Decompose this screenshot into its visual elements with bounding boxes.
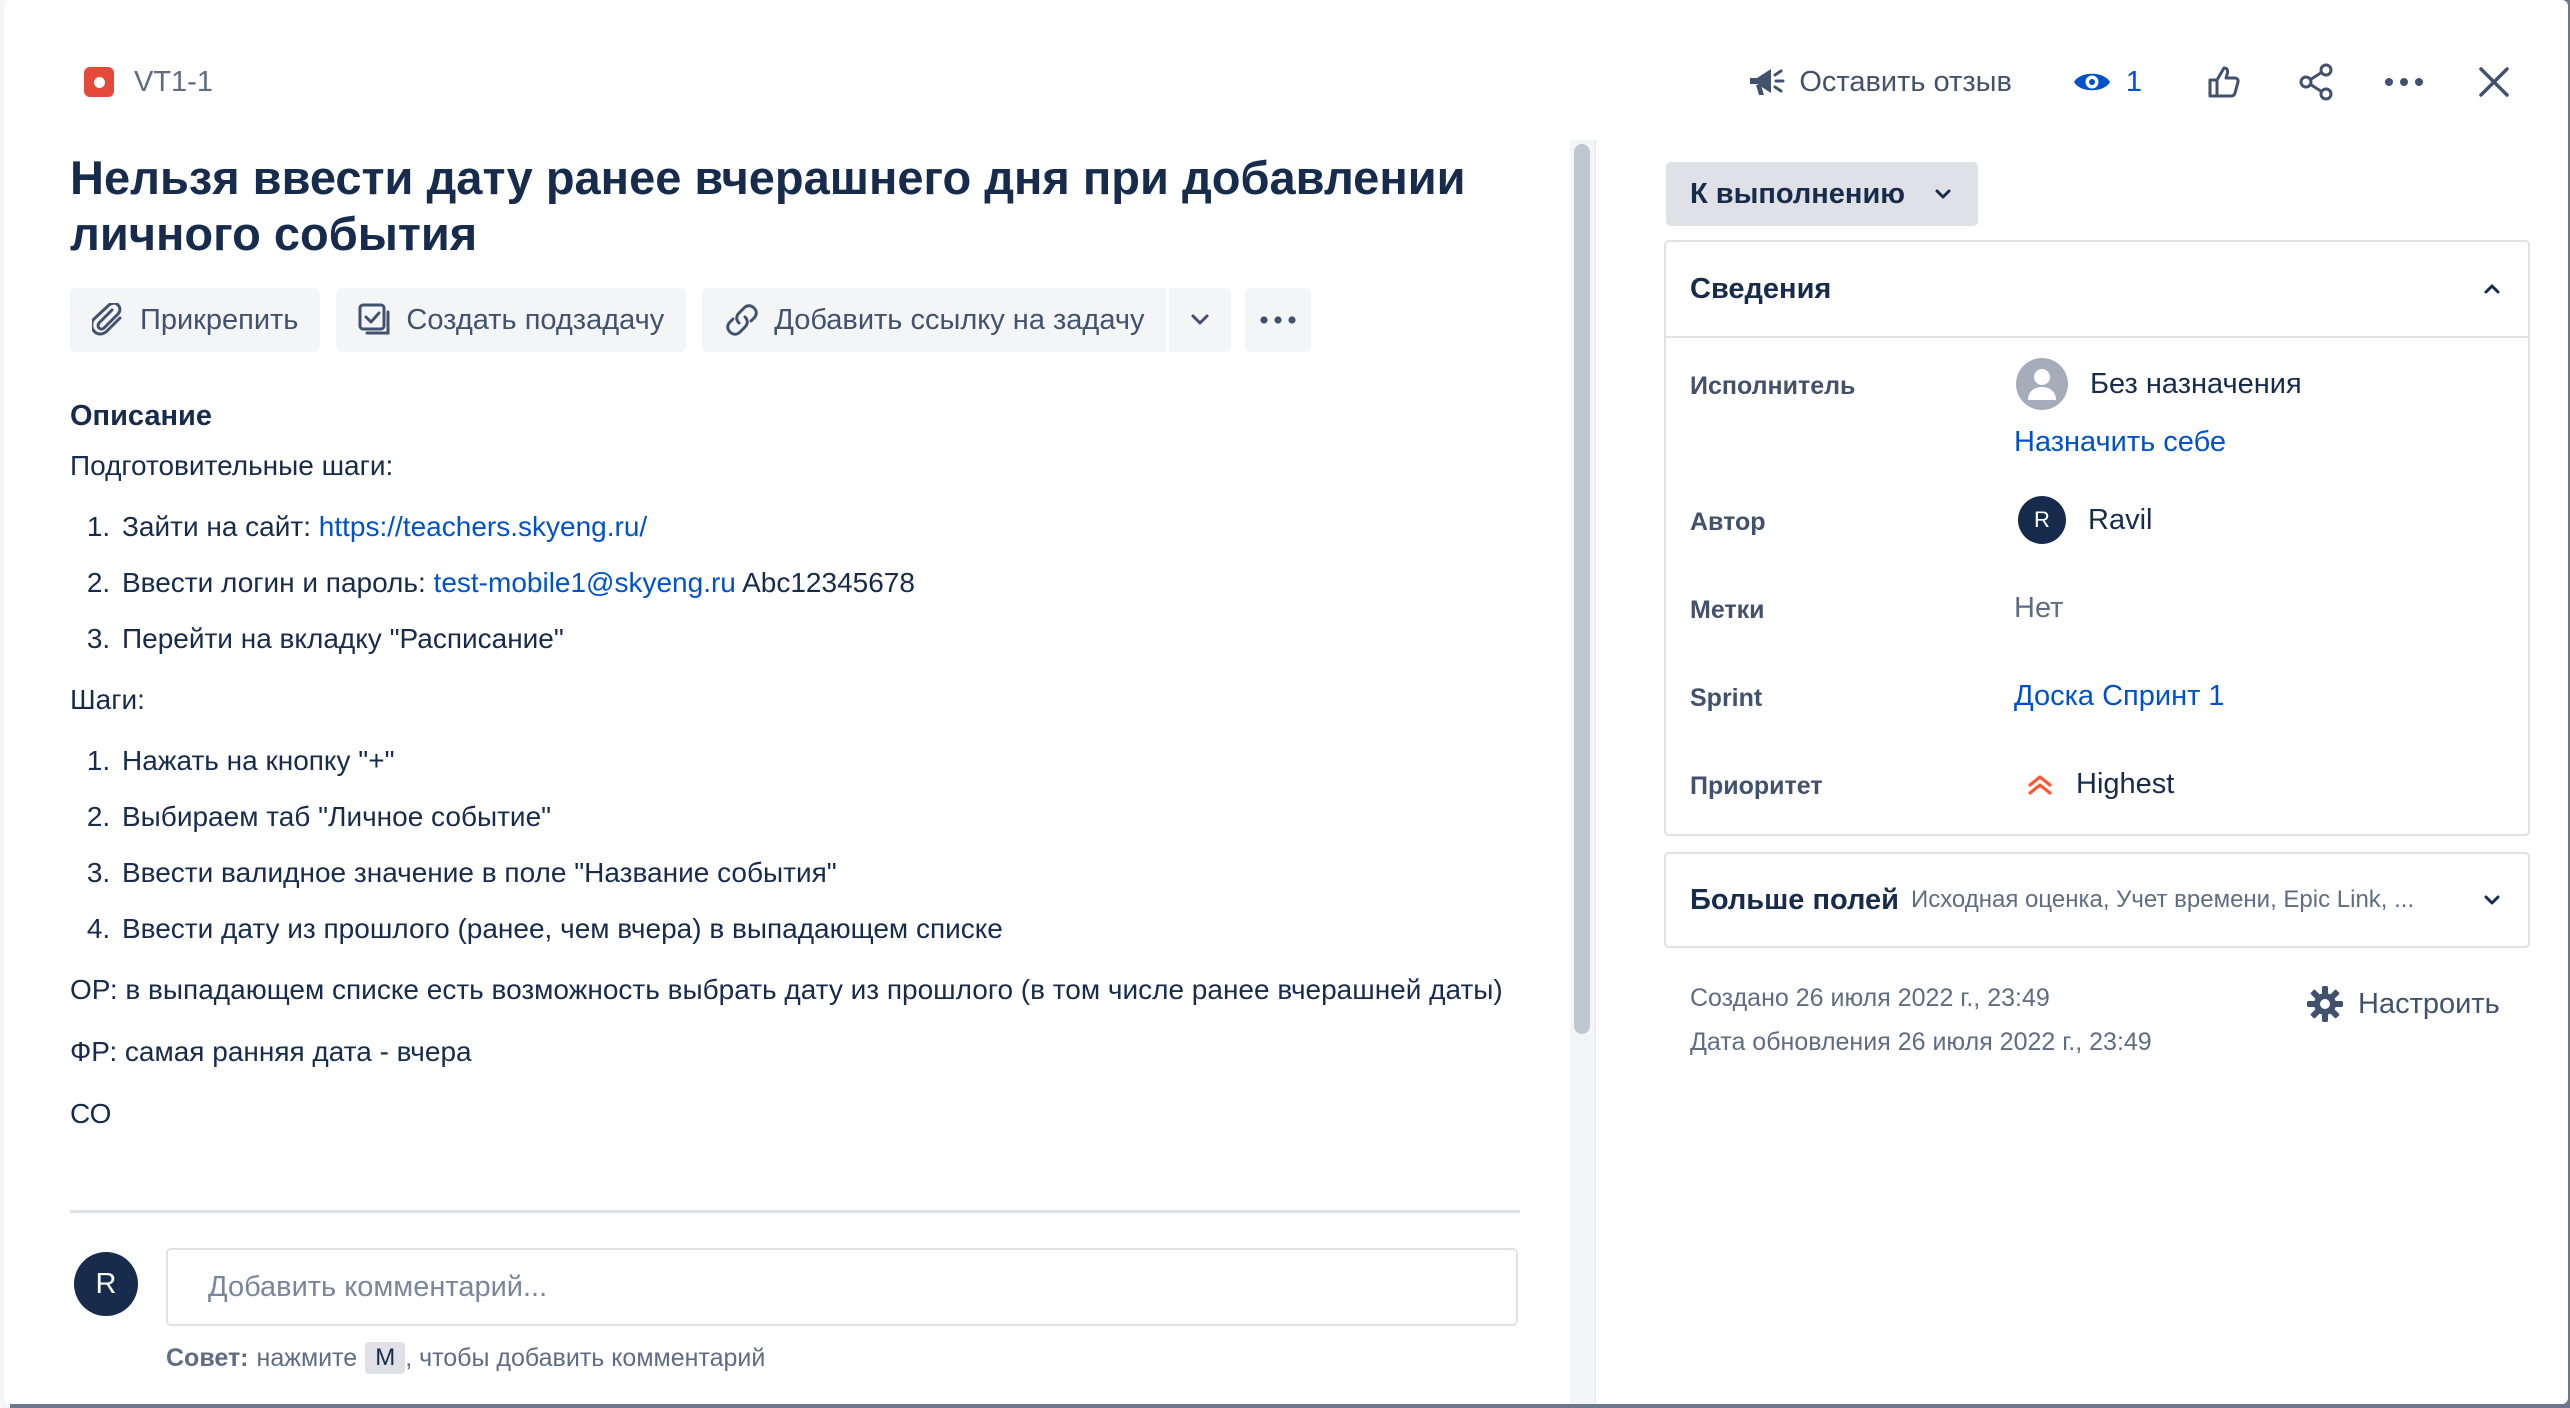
- link-icon: [726, 304, 758, 336]
- sprint-label: Sprint: [1690, 684, 1763, 712]
- watchers-button[interactable]: 1: [2072, 56, 2142, 108]
- actual-result: ФР: самая ранняя дата - вчера: [70, 1036, 472, 1067]
- list-item: Ввести дату из прошлого (ранее, чем вчер…: [118, 911, 1520, 947]
- add-issue-link-button[interactable]: Добавить ссылку на задачу: [702, 288, 1167, 352]
- issue-title[interactable]: Нельзя ввести дату ранее вчерашнего дня …: [70, 150, 1490, 262]
- steps-label: Шаги:: [70, 684, 145, 715]
- more-fields-panel[interactable]: Больше полей Исходная оценка, Учет време…: [1664, 852, 2530, 948]
- chevron-down-icon: [2484, 895, 2500, 905]
- issue-breadcrumb[interactable]: VT1-1: [84, 64, 213, 100]
- list-item: Перейти на вкладку "Расписание": [118, 621, 1520, 657]
- priority-value[interactable]: Highest: [2026, 768, 2174, 801]
- comment-tip: Совет: нажмите M, чтобы добавить коммент…: [166, 1342, 765, 1374]
- vote-button[interactable]: [2198, 56, 2250, 108]
- cut-off-paragraph: СО: [70, 1098, 112, 1129]
- close-icon: [2479, 67, 2509, 97]
- gear-icon: [2307, 986, 2343, 1022]
- more-fields-title: Больше полей: [1690, 883, 1899, 916]
- reporter-name: Ravil: [2088, 503, 2153, 536]
- configure-label: Настроить: [2358, 987, 2500, 1020]
- bug-icon: [84, 67, 114, 97]
- list-item: Нажать на кнопку "+": [118, 743, 1520, 779]
- create-subtask-label: Создать подзадачу: [406, 303, 665, 336]
- assignee-label: Исполнитель: [1690, 372, 1856, 400]
- header-actions: Оставить отзыв 1: [1731, 56, 2568, 108]
- assign-to-me-link[interactable]: Назначить себе: [2014, 426, 2226, 459]
- more-fields-subtitle: Исходная оценка, Учет времени, Epic Link…: [1910, 886, 2415, 913]
- details-panel: Сведения Исполнитель Без назначения Назн…: [1664, 240, 2530, 836]
- reporter-label: Автор: [1690, 508, 1766, 536]
- shortcut-key: M: [365, 1342, 406, 1374]
- configure-button[interactable]: Настроить: [2306, 980, 2500, 1028]
- share-icon: [2299, 63, 2333, 101]
- watchers-count: 1: [2125, 65, 2142, 98]
- priority-highest-icon: [2028, 774, 2052, 795]
- paperclip-icon: [92, 303, 122, 336]
- comment-input[interactable]: [166, 1248, 1518, 1326]
- priority-name: Highest: [2076, 768, 2175, 800]
- issue-toolbar: Прикрепить Создать подзадачу Добавить сс…: [70, 288, 1520, 352]
- feedback-label: Оставить отзыв: [1799, 65, 2012, 98]
- add-issue-link-label: Добавить ссылку на задачу: [774, 303, 1145, 336]
- assignee-value[interactable]: Без назначения: [2016, 358, 2302, 410]
- chevron-up-icon: [2484, 284, 2500, 294]
- priority-label: Приоритет: [1690, 772, 1823, 800]
- list-item: Выбираем таб "Личное событие": [118, 799, 1520, 835]
- subtask-icon: [358, 303, 390, 335]
- list-item: Ввести логин и пароль: test-mobile1@skye…: [118, 565, 1520, 601]
- expected-result: ОР: в выпадающем списке есть возможность…: [70, 974, 1503, 1005]
- more-icon: [1260, 316, 1297, 324]
- megaphone-icon: [1750, 69, 1785, 95]
- assignee-name: Без назначения: [2090, 367, 2302, 400]
- description-heading: Описание: [70, 400, 212, 432]
- list-item: Зайти на сайт: https://teachers.skyeng.r…: [118, 509, 1520, 545]
- attach-button[interactable]: Прикрепить: [70, 288, 321, 352]
- user-icon: [2016, 358, 2068, 410]
- issue-main-column: Нельзя ввести дату ранее вчерашнего дня …: [70, 150, 1520, 1220]
- thumbs-up-icon: [2208, 66, 2240, 98]
- close-button[interactable]: [2468, 56, 2520, 108]
- details-header[interactable]: Сведения: [1666, 242, 2528, 338]
- column-divider: [1594, 140, 1596, 1404]
- scrollbar-thumb[interactable]: [1574, 144, 1590, 1034]
- eye-icon: [2073, 73, 2110, 91]
- description-body[interactable]: Подготовительные шаги: Зайти на сайт: ht…: [70, 443, 1520, 1137]
- chevron-down-icon: [1935, 189, 1951, 199]
- steps-list: Нажать на кнопку "+" Выбираем таб "Лично…: [70, 743, 1520, 947]
- prep-steps-label: Подготовительные шаги:: [70, 450, 394, 481]
- more-icon: [2385, 78, 2423, 86]
- create-subtask-button[interactable]: Создать подзадачу: [336, 288, 687, 352]
- sprint-value[interactable]: Доска Спринт 1: [2014, 680, 2225, 713]
- updated-timestamp: Дата обновления 26 июля 2022 г., 23:49: [1690, 1028, 2152, 1056]
- details-title: Сведения: [1690, 272, 1832, 305]
- share-button[interactable]: [2290, 56, 2342, 108]
- labels-value[interactable]: Нет: [2014, 592, 2063, 625]
- avatar: R: [74, 1252, 138, 1316]
- status-label: К выполнению: [1690, 177, 1906, 210]
- site-link[interactable]: https://teachers.skyeng.ru/: [319, 511, 647, 542]
- prep-steps-list: Зайти на сайт: https://teachers.skyeng.r…: [70, 509, 1520, 657]
- chevron-down-icon: [1191, 314, 1209, 325]
- list-item: Ввести валидное значение в поле "Названи…: [118, 855, 1520, 891]
- status-dropdown[interactable]: К выполнению: [1666, 162, 1978, 226]
- attach-label: Прикрепить: [140, 303, 299, 336]
- reporter-value[interactable]: R Ravil: [2018, 496, 2152, 544]
- more-actions-button[interactable]: [2378, 56, 2430, 108]
- add-link-dropdown-button[interactable]: [1169, 288, 1232, 352]
- issue-key[interactable]: VT1-1: [134, 66, 213, 99]
- issue-modal: VT1-1 Оставить отзыв 1 Нельзя ввести дат…: [4, 0, 2568, 1404]
- created-timestamp: Создано 26 июля 2022 г., 23:49: [1690, 984, 2050, 1012]
- content-fade: [70, 1196, 1520, 1236]
- labels-label: Метки: [1690, 596, 1765, 624]
- feedback-button[interactable]: Оставить отзыв: [1731, 56, 2028, 108]
- avatar: R: [2018, 496, 2066, 544]
- comment-divider: [70, 1210, 1520, 1213]
- toolbar-more-button[interactable]: [1245, 288, 1312, 352]
- email-link[interactable]: test-mobile1@skyeng.ru: [434, 567, 736, 598]
